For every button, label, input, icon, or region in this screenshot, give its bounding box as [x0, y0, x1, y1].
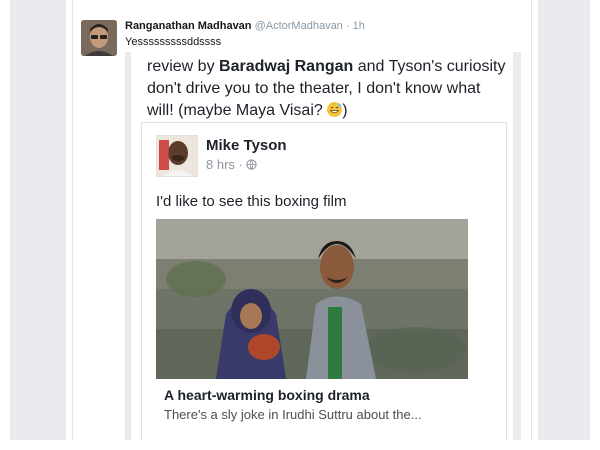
author-name[interactable]: Ranganathan Madhavan [125, 20, 252, 32]
review-text: review by Baradwaj Rangan and Tyson's cu… [147, 56, 507, 122]
link-title[interactable]: A heart-warming boxing drama [164, 387, 370, 403]
globe-icon [246, 157, 258, 172]
separator-dot: · [345, 20, 350, 32]
tweet-header: Ranganathan Madhavan @ActorMadhavan · 1h [125, 20, 365, 32]
tweet-card[interactable]: Ranganathan Madhavan @ActorMadhavan · 1h… [72, 0, 532, 440]
review-author: Baradwaj Rangan [219, 58, 354, 75]
post-text: I'd like to see this boxing film [156, 193, 347, 210]
right-background-panel [538, 0, 590, 440]
embedded-image[interactable]: review by Baradwaj Rangan and Tyson's cu… [125, 52, 521, 440]
left-background-panel [10, 0, 66, 440]
review-text-close: ) [342, 102, 348, 119]
facebook-post: Mike Tyson 8 hrs · I'd like to see this … [141, 122, 507, 440]
tweet-text: Yesssssssssddssss [125, 36, 222, 48]
poster-name: Mike Tyson [206, 137, 287, 154]
tweet-timestamp[interactable]: 1h [353, 20, 365, 32]
author-avatar[interactable] [81, 20, 117, 56]
boxing-film-photo [156, 219, 468, 379]
author-handle[interactable]: @ActorMadhavan [255, 20, 343, 32]
facebook-screenshot: review by Baradwaj Rangan and Tyson's cu… [131, 52, 513, 440]
post-meta: 8 hrs · [206, 157, 258, 172]
post-time: 8 hrs · [206, 157, 247, 172]
mike-tyson-avatar [156, 135, 198, 177]
link-description: There's a sly joke in Irudhi Suttru abou… [164, 407, 422, 422]
review-text-prefix: review by [147, 58, 220, 75]
bottom-strip [0, 440, 600, 450]
grinning-sweat-emoji-icon [327, 102, 343, 117]
